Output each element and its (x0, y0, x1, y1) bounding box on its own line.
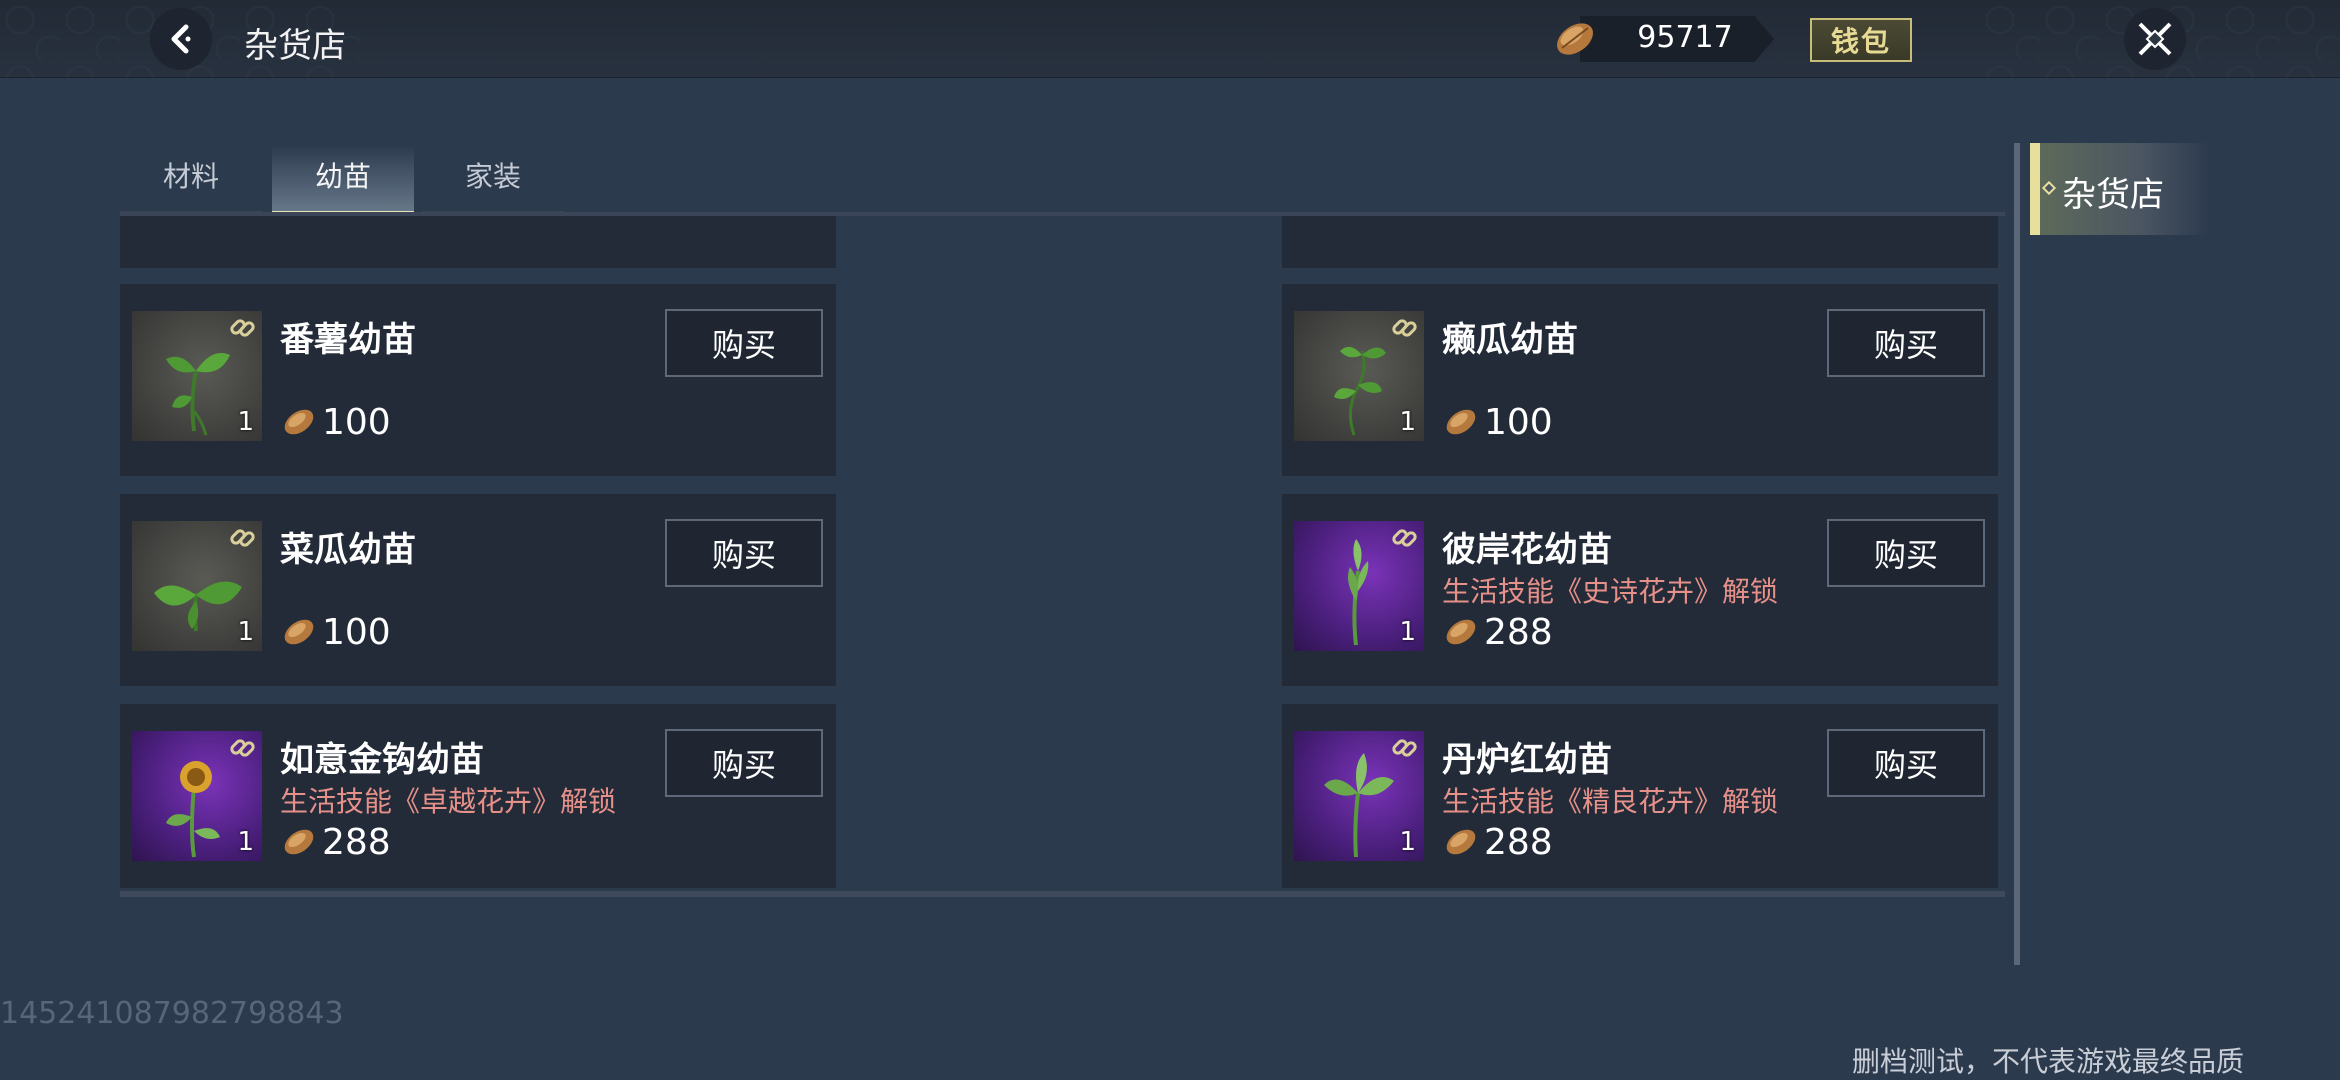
buy-button[interactable]: 购买 (1827, 309, 1985, 377)
item-name: 番薯幼苗 (280, 320, 416, 360)
item-thumbnail[interactable]: 1 (132, 521, 262, 651)
list-item[interactable]: 1 丹炉红幼苗 生活技能《精良花卉》解锁 288 购买 (1282, 704, 1998, 888)
buy-button[interactable]: 购买 (665, 519, 823, 587)
item-price: 288 (1442, 610, 1553, 654)
item-thumbnail[interactable]: 1 (1294, 521, 1424, 651)
chain-link-icon (230, 739, 255, 757)
buy-button[interactable]: 购买 (665, 309, 823, 377)
buy-button[interactable]: 购买 (1827, 729, 1985, 797)
seed-coin-icon (1446, 829, 1476, 855)
item-thumbnail[interactable]: 1 (132, 311, 262, 441)
item-thumbnail[interactable]: 1 (132, 731, 262, 861)
diamond-icon (2041, 180, 2057, 196)
item-quantity: 1 (237, 407, 254, 437)
currency-amount: 95717 (1637, 20, 1733, 55)
item-quantity: 1 (1399, 827, 1416, 857)
list-item[interactable]: 1 菜瓜幼苗 100 购买 (120, 494, 836, 686)
item-price: 288 (1442, 820, 1553, 864)
item-price: 100 (1442, 400, 1553, 444)
item-quantity: 1 (1399, 617, 1416, 647)
item-price-value: 100 (322, 401, 391, 443)
item-quantity: 1 (237, 617, 254, 647)
list-item-partial (1282, 216, 1998, 268)
wallet-button[interactable]: 钱包 (1810, 18, 1912, 62)
unlock-requirement: 生活技能《史诗花卉》解锁 (1442, 575, 1779, 608)
unlock-requirement: 生活技能《卓越花卉》解锁 (280, 785, 617, 818)
chain-link-icon (1392, 319, 1417, 337)
item-thumbnail[interactable]: 1 (1294, 311, 1424, 441)
user-id-watermark: 14524108798279884​3 (0, 996, 344, 1031)
chain-link-icon (1392, 739, 1417, 757)
seed-coin-icon (1446, 409, 1476, 435)
seed-coin-icon (1556, 23, 1594, 55)
list-item-partial (120, 216, 836, 268)
item-price-value: 288 (1484, 611, 1553, 653)
seed-coin-icon (284, 409, 314, 435)
buy-button[interactable]: 购买 (665, 729, 823, 797)
chain-link-icon (230, 319, 255, 337)
tab-furnishing[interactable]: 家装 (422, 145, 564, 215)
item-list[interactable]: 1 番薯幼苗 100 购买 1 癞瓜幼苗 100 购买 1 菜瓜幼苗 100 购… (120, 216, 2005, 888)
chain-link-icon (1392, 529, 1417, 547)
item-price: 100 (280, 400, 391, 444)
item-name: 彼岸花幼苗 (1442, 530, 1612, 570)
back-button[interactable] (150, 8, 212, 70)
side-divider (2014, 143, 2020, 965)
top-bar (0, 0, 2340, 78)
item-thumbnail[interactable]: 1 (1294, 731, 1424, 861)
item-price-value: 100 (1484, 401, 1553, 443)
buy-button[interactable]: 购买 (1827, 519, 1985, 587)
tab-seedlings[interactable]: 幼苗 (272, 145, 414, 215)
item-price-value: 288 (1484, 821, 1553, 863)
close-x-icon (2138, 22, 2172, 56)
side-tab-grocery[interactable]: 杂货店 (2030, 143, 2210, 235)
item-name: 癞瓜幼苗 (1442, 320, 1578, 360)
item-name: 如意金钩幼苗 (280, 740, 484, 780)
seed-coin-icon (284, 829, 314, 855)
item-price: 288 (280, 820, 391, 864)
seed-coin-icon (1446, 619, 1476, 645)
side-tab-label: 杂货店 (2062, 175, 2164, 215)
item-price-value: 288 (322, 821, 391, 863)
list-item[interactable]: 1 如意金钩幼苗 生活技能《卓越花卉》解锁 288 购买 (120, 704, 836, 888)
close-button[interactable] (2124, 8, 2186, 70)
tab-materials[interactable]: 材料 (120, 145, 262, 215)
list-item[interactable]: 1 彼岸花幼苗 生活技能《史诗花卉》解锁 288 购买 (1282, 494, 1998, 686)
item-price-value: 100 (322, 611, 391, 653)
list-bottom-divider (120, 891, 2005, 897)
seed-coin-icon (284, 619, 314, 645)
currency-display: 95717 (1550, 14, 1780, 64)
list-item[interactable]: 1 癞瓜幼苗 100 购买 (1282, 284, 1998, 476)
item-quantity: 1 (1399, 407, 1416, 437)
item-quantity: 1 (237, 827, 254, 857)
test-disclaimer: 删档测试，不代表游戏最终品质 (1851, 1045, 2244, 1078)
item-name: 丹炉红幼苗 (1442, 740, 1612, 780)
chain-link-icon (230, 529, 255, 547)
page-title: 杂货店 (244, 26, 346, 66)
item-name: 菜瓜幼苗 (280, 530, 416, 570)
item-price: 100 (280, 610, 391, 654)
unlock-requirement: 生活技能《精良花卉》解锁 (1442, 785, 1779, 818)
list-item[interactable]: 1 番薯幼苗 100 购买 (120, 284, 836, 476)
chevron-left-icon (171, 24, 191, 54)
